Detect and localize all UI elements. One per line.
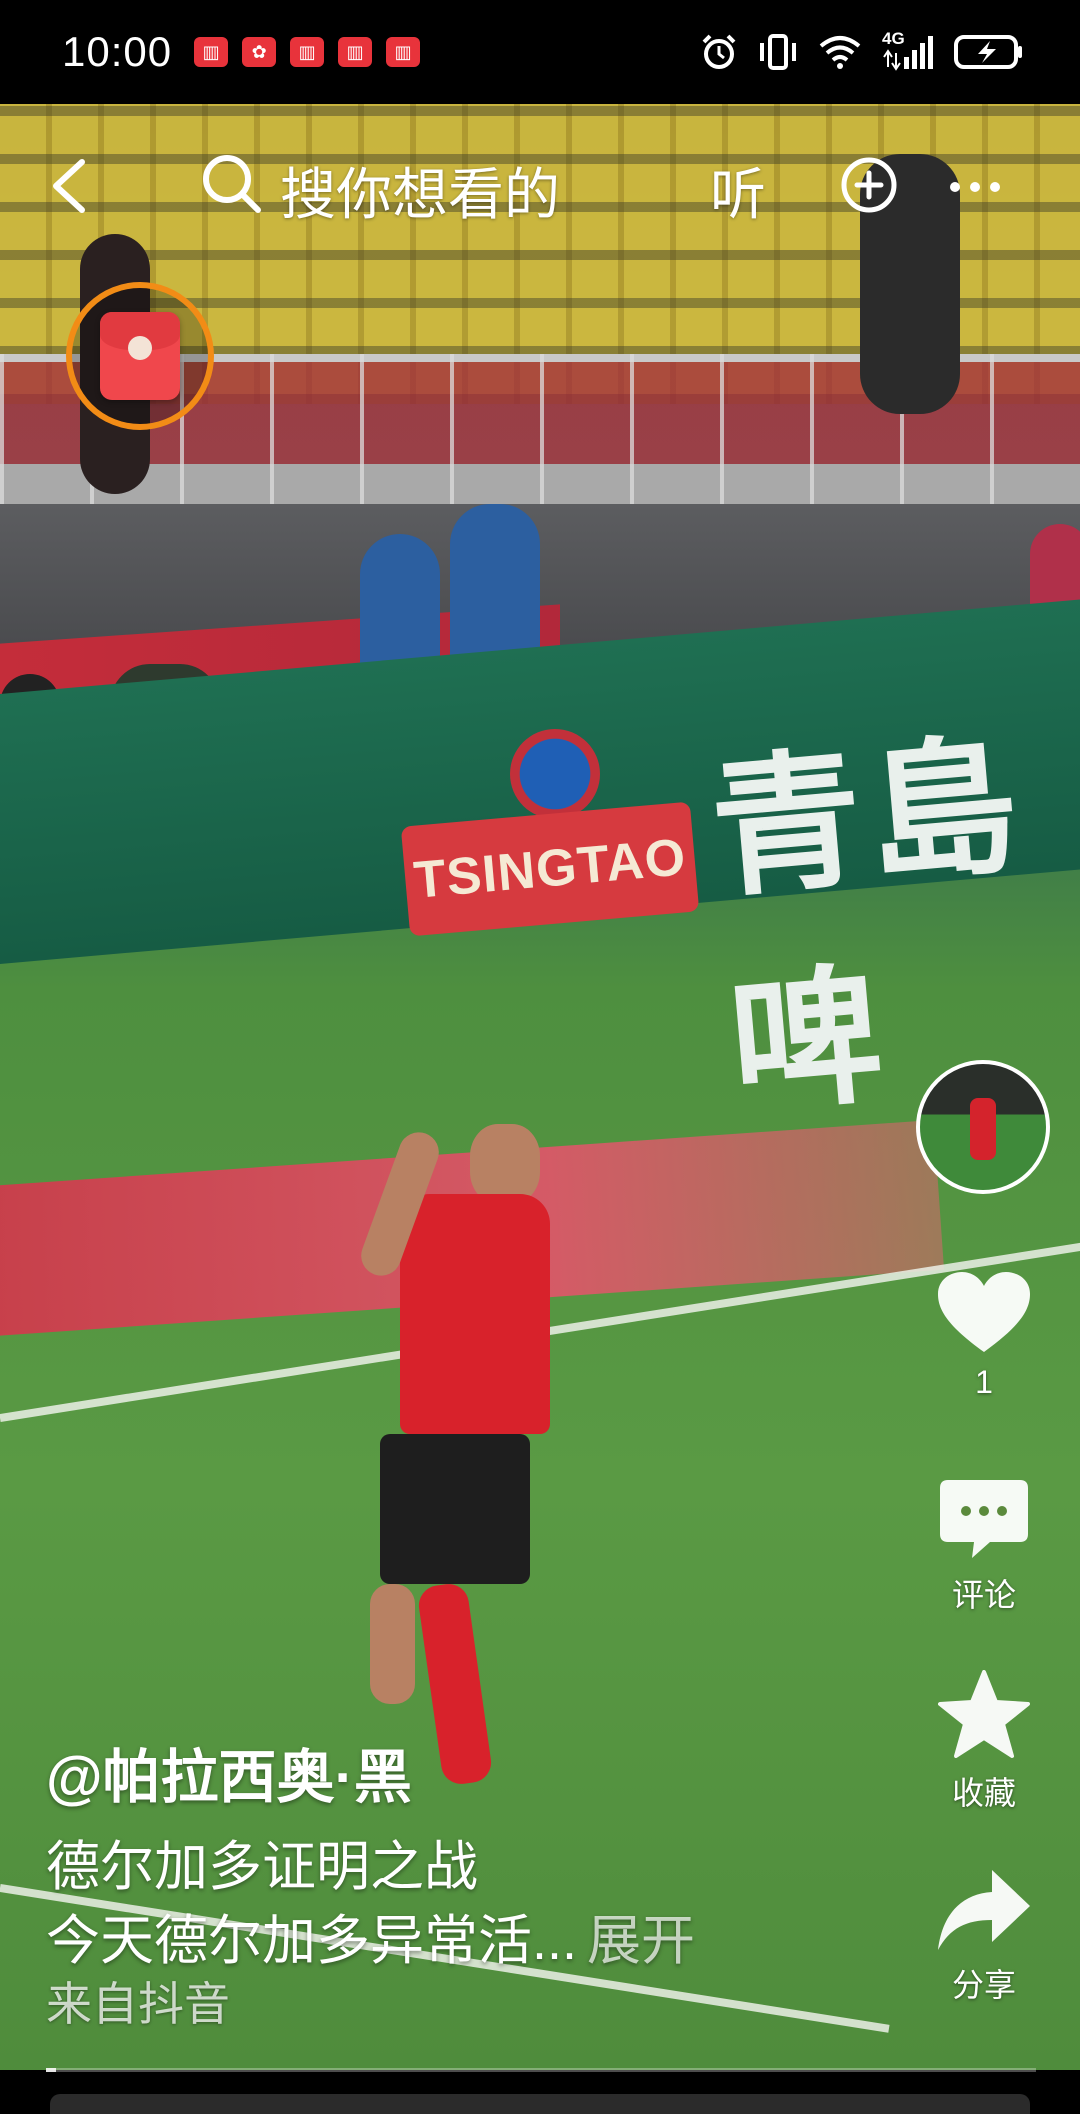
search-icon[interactable] xyxy=(200,152,262,214)
vibrate-icon xyxy=(760,34,796,70)
caption-title: 德尔加多证明之战 xyxy=(46,1837,478,1897)
star-icon xyxy=(938,1670,1030,1758)
back-icon[interactable] xyxy=(44,156,94,216)
book-icon: ▥ xyxy=(290,37,325,67)
book-icon: ▥ xyxy=(194,37,229,67)
wifi-icon xyxy=(819,36,861,69)
playback-progress-bar[interactable] xyxy=(46,2068,1036,2072)
book-icon: ▥ xyxy=(338,37,373,67)
alarm-icon xyxy=(702,34,736,69)
comment-button[interactable]: 评论 xyxy=(914,1478,1054,1616)
like-count: 1 xyxy=(975,1364,993,1400)
red-packet-icon xyxy=(100,312,180,400)
red-packet-button[interactable] xyxy=(66,282,214,430)
share-label: 分享 xyxy=(951,1967,1016,2003)
playback-progress-fill xyxy=(46,2068,56,2072)
favorite-label: 收藏 xyxy=(951,1775,1016,1811)
ad-logo-text: TSINGTAO xyxy=(411,828,689,910)
listen-button[interactable]: 听 xyxy=(710,150,766,231)
status-right-icons: 4G xyxy=(700,29,1024,71)
status-bar: 10:00 ▥ ✿ ▥ ▥ ▥ 4G xyxy=(0,0,1080,104)
4g-signal-icon xyxy=(883,36,933,71)
share-icon xyxy=(938,1870,1030,1950)
caption-text: 今天德尔加多异常活... xyxy=(46,1911,578,1971)
like-button[interactable]: 1 xyxy=(914,1270,1054,1401)
author-name[interactable]: @帕拉西奥·黑 xyxy=(46,1730,412,1814)
ad-emblem xyxy=(510,729,600,819)
more-icon[interactable] xyxy=(950,182,1000,192)
bottom-panel-handle[interactable] xyxy=(50,2094,1030,2114)
top-bar: 搜你想看的 听 xyxy=(0,130,1080,240)
status-time: 10:00 xyxy=(62,28,173,75)
share-button[interactable]: 分享 xyxy=(914,1866,1054,2006)
book-icon: ▥ xyxy=(386,37,421,67)
favorite-button[interactable]: 收藏 xyxy=(914,1668,1054,1814)
avatar-image xyxy=(970,1098,996,1160)
heart-icon xyxy=(938,1272,1030,1352)
comment-icon xyxy=(940,1480,1028,1558)
author-avatar[interactable] xyxy=(916,1060,1050,1194)
comment-label: 评论 xyxy=(951,1577,1016,1613)
search-input[interactable]: 搜你想看的 xyxy=(280,150,560,231)
huawei-icon: ✿ xyxy=(242,37,277,67)
add-icon[interactable] xyxy=(840,156,898,214)
notification-icons: ▥ ✿ ▥ ▥ ▥ xyxy=(194,37,421,67)
expand-button[interactable]: 展开 xyxy=(587,1911,695,1971)
caption-body: 今天德尔加多异常活... 展开 xyxy=(46,1896,695,1975)
cellular-signal: 4G xyxy=(882,29,934,71)
battery-charging-icon xyxy=(954,35,1022,69)
source-label[interactable]: 来自抖音 xyxy=(46,1968,230,2034)
